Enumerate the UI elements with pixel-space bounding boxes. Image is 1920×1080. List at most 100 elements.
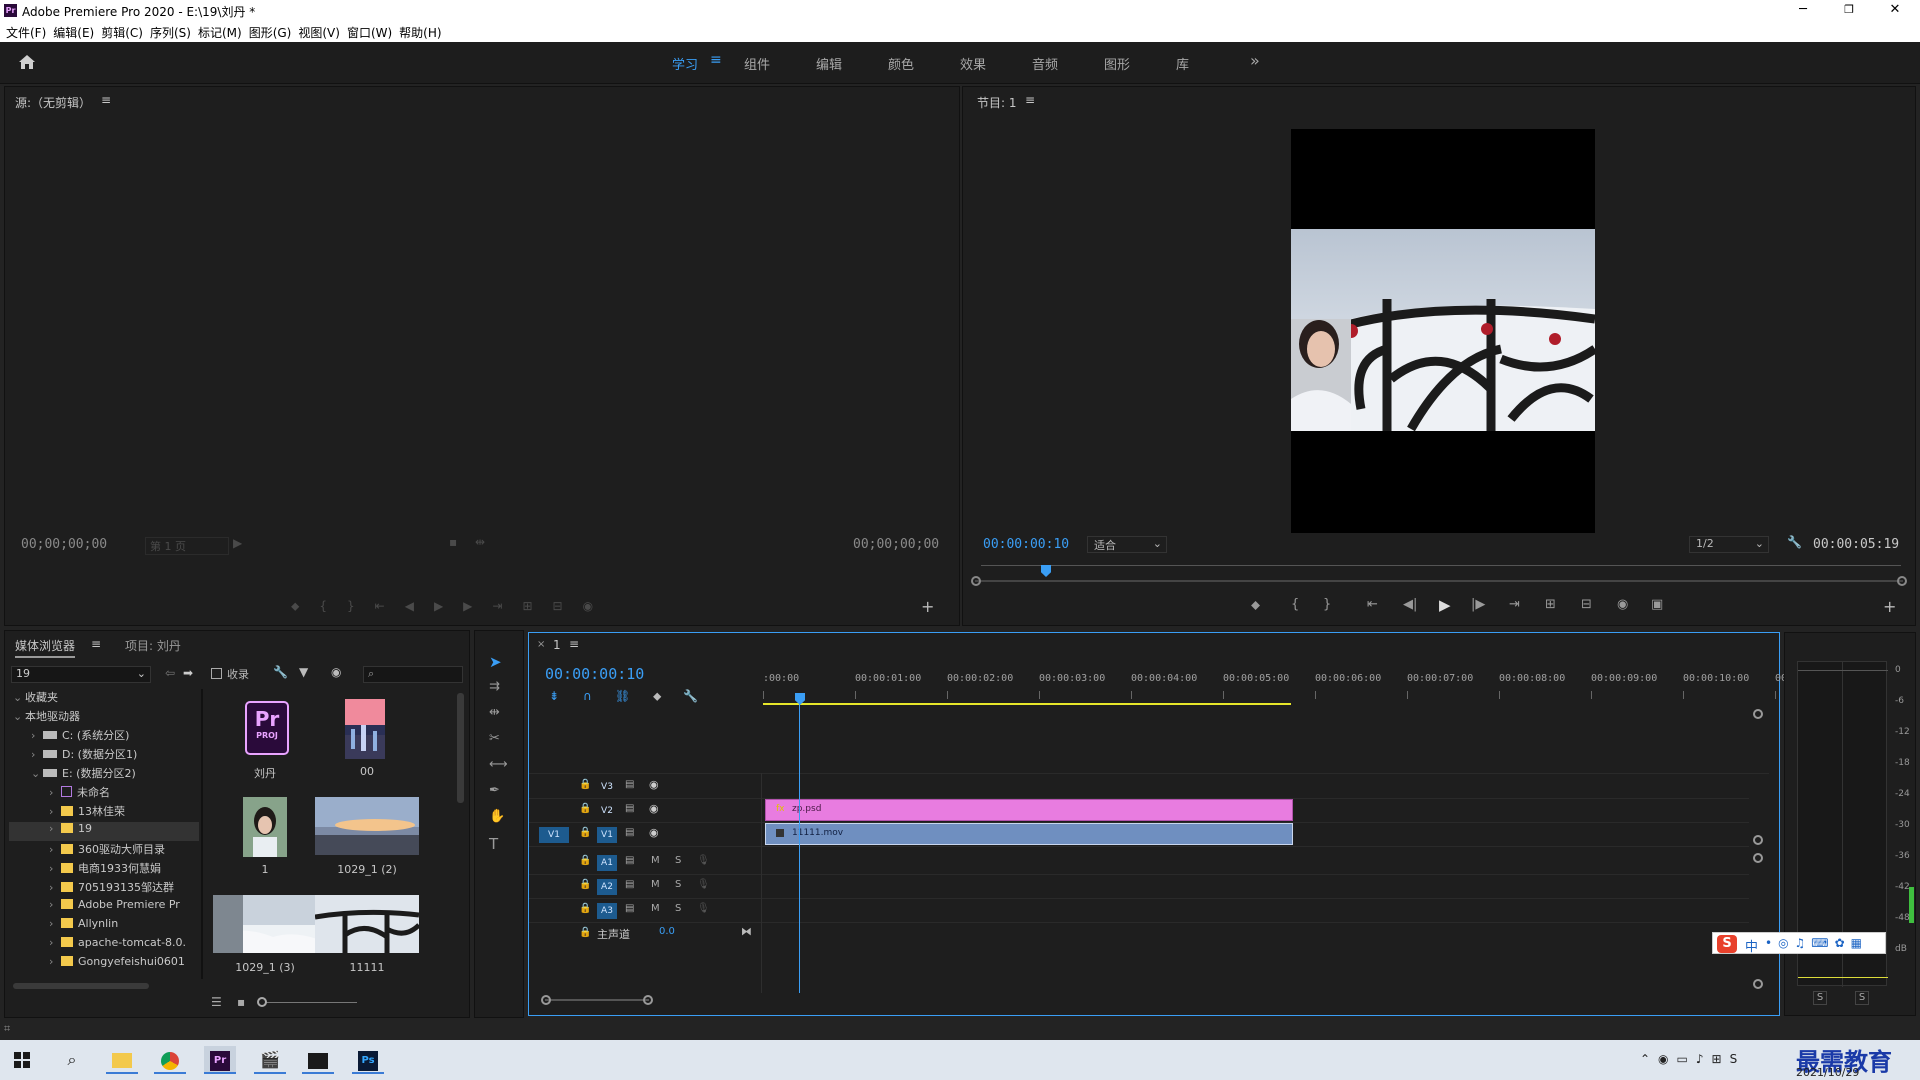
menu-file[interactable]: 文件(F) bbox=[6, 21, 53, 42]
photos-app-icon[interactable] bbox=[302, 1046, 334, 1074]
chevron-icon[interactable]: › bbox=[49, 862, 61, 875]
toggle-track-eye-icon[interactable]: ◉ bbox=[649, 802, 659, 815]
ingest-settings-wrench-icon[interactable]: 🔧 bbox=[273, 665, 288, 679]
video-scroll-handle-top[interactable] bbox=[1753, 709, 1763, 719]
timeline-zoom-scrollbar[interactable] bbox=[545, 999, 649, 1001]
close-button[interactable]: ✕ bbox=[1872, 0, 1918, 21]
clip-zp-psd[interactable]: fx zp.psd bbox=[765, 799, 1293, 821]
premiere-pro-taskbar-icon[interactable]: Pr bbox=[204, 1046, 236, 1074]
program-zoom-scrollbar[interactable] bbox=[975, 580, 1903, 582]
add-marker-icon[interactable]: ⬥ bbox=[653, 689, 661, 704]
work-area-bar[interactable] bbox=[763, 703, 1291, 705]
track-lock-icon[interactable]: 🔒 bbox=[579, 927, 591, 938]
linked-selection-icon[interactable]: ⛓ bbox=[615, 689, 630, 703]
playback-resolution-select[interactable]: 1/2 ⌄ bbox=[1689, 536, 1769, 553]
track-target-label[interactable]: V3 bbox=[597, 779, 617, 795]
extract-icon[interactable]: ⊟ bbox=[1581, 597, 1592, 612]
chevron-icon[interactable]: › bbox=[49, 822, 61, 835]
tree-horizontal-scrollbar[interactable] bbox=[13, 983, 149, 989]
timeline-settings-wrench-icon[interactable]: 🔧 bbox=[683, 689, 698, 703]
workspace-tab-assembly[interactable]: 组件 bbox=[744, 54, 770, 73]
tree-item[interactable]: › C: (系统分区) bbox=[9, 727, 199, 746]
track-lock-icon[interactable]: 🔒 bbox=[579, 803, 591, 814]
tree-item[interactable]: ⌄ 收藏夹 bbox=[9, 689, 199, 708]
tree-item[interactable]: › 19 bbox=[9, 822, 199, 841]
solo-track-button[interactable]: S bbox=[675, 855, 681, 866]
chevron-icon[interactable]: › bbox=[49, 805, 61, 818]
tree-item[interactable]: › 未命名 bbox=[9, 784, 199, 803]
track-output-icon[interactable]: ▤ bbox=[625, 827, 634, 838]
track-lock-icon[interactable]: 🔒 bbox=[579, 779, 591, 790]
source-timecode-in[interactable]: 00;00;00;00 bbox=[21, 537, 107, 552]
restore-button[interactable]: ❐ bbox=[1826, 0, 1872, 21]
pen-tool-icon[interactable]: ✒ bbox=[489, 783, 500, 798]
source-transport-controls[interactable]: ⬥{}⇤◀▶▶⇥⊞⊟◉ bbox=[291, 599, 613, 614]
track-lock-icon[interactable]: 🔒 bbox=[579, 879, 591, 890]
play-icon[interactable]: ▶ bbox=[1439, 596, 1451, 614]
mute-track-button[interactable]: M bbox=[651, 903, 660, 914]
track-select-tool-icon[interactable]: ⇉ bbox=[489, 679, 500, 694]
video-scroll-handle-bottom[interactable] bbox=[1753, 835, 1763, 845]
workspace-tab-effects[interactable]: 效果 bbox=[960, 54, 986, 73]
close-sequence-tab-icon[interactable]: × bbox=[537, 639, 545, 650]
thumbnail-item[interactable]: 1 bbox=[215, 793, 315, 887]
sequence-tab[interactable]: 1 bbox=[553, 638, 561, 652]
windows-start-icon[interactable] bbox=[14, 1052, 30, 1068]
go-to-in-icon[interactable]: ⇤ bbox=[1367, 597, 1378, 612]
tree-item[interactable]: › Allynlin bbox=[9, 917, 199, 936]
slip-tool-icon[interactable]: ⟷ bbox=[489, 757, 508, 772]
thumbnail-scrollbar[interactable] bbox=[457, 693, 464, 803]
master-track[interactable]: 🔒 主声道 0.0 ⧓ bbox=[529, 923, 761, 947]
sogou-ime-icon[interactable]: S bbox=[1717, 935, 1737, 953]
selection-tool-icon[interactable]: ➤ bbox=[489, 653, 502, 671]
hand-tool-icon[interactable]: ✋ bbox=[489, 809, 505, 824]
program-panel-menu-icon[interactable]: ≡ bbox=[1025, 93, 1035, 107]
track-target-label[interactable]: A1 bbox=[597, 855, 617, 871]
ime-toolbar[interactable]: S 中 •◎♫⌨✿▦ bbox=[1712, 932, 1886, 955]
tree-item[interactable]: ⌄ 本地驱动器 bbox=[9, 708, 199, 727]
workspace-tab-audio[interactable]: 音频 bbox=[1032, 54, 1058, 73]
workspace-tab-graphics[interactable]: 图形 bbox=[1104, 54, 1130, 73]
clapper-app-icon[interactable]: 🎬 bbox=[254, 1046, 286, 1074]
tree-item[interactable]: ⌄ E: (数据分区2) bbox=[9, 765, 199, 784]
ingest-checkbox[interactable] bbox=[211, 668, 222, 679]
track-output-icon[interactable]: ▤ bbox=[625, 903, 634, 914]
chevron-icon[interactable]: › bbox=[49, 898, 61, 911]
menu-edit[interactable]: 编辑(E) bbox=[53, 21, 101, 42]
media-browser-menu-icon[interactable]: ≡ bbox=[91, 637, 101, 651]
menu-marker[interactable]: 标记(M) bbox=[198, 21, 249, 42]
track-output-icon[interactable]: ▤ bbox=[625, 855, 634, 866]
thumbnail-item[interactable]: 1029_1 (3) bbox=[213, 891, 317, 985]
photoshop-taskbar-icon[interactable]: Ps bbox=[352, 1046, 384, 1074]
chevron-icon[interactable]: ⌄ bbox=[31, 767, 43, 780]
track-target-label[interactable]: V2 bbox=[597, 803, 617, 819]
chevron-icon[interactable]: ⌄ bbox=[13, 710, 25, 723]
chevron-icon[interactable]: › bbox=[49, 955, 61, 968]
tab-project[interactable]: 项目: 刘丹 bbox=[125, 637, 181, 654]
menu-view[interactable]: 视图(V) bbox=[298, 21, 347, 42]
chevron-icon[interactable]: › bbox=[31, 729, 43, 742]
icon-view-icon[interactable]: ▪ bbox=[237, 995, 245, 1009]
more-workspaces-button[interactable]: » bbox=[1250, 51, 1260, 70]
workspace-tab-editing[interactable]: 编辑 bbox=[816, 54, 842, 73]
zoom-handle-left[interactable] bbox=[541, 995, 551, 1005]
track-target-label[interactable]: A2 bbox=[597, 879, 617, 895]
chevron-icon[interactable]: › bbox=[49, 917, 61, 930]
source-monitor-title[interactable]: 源:（无剪辑） bbox=[15, 94, 91, 111]
chevron-icon[interactable]: › bbox=[49, 843, 61, 856]
source-add-button-icon[interactable]: + bbox=[921, 597, 934, 616]
audio-track[interactable]: 🔒 A1 ▤ M S 🎙 bbox=[529, 851, 1749, 875]
menu-graphics[interactable]: 图形(G) bbox=[249, 21, 299, 42]
master-track-nav-icon[interactable]: ⧓ bbox=[741, 925, 752, 938]
audio-scroll-handle-top[interactable] bbox=[1753, 853, 1763, 863]
zoom-handle-right[interactable] bbox=[643, 995, 653, 1005]
source-fit-icon[interactable]: ⇹ bbox=[475, 535, 485, 549]
filter-icon[interactable]: ▼ bbox=[299, 665, 308, 679]
track-output-icon[interactable]: ▤ bbox=[625, 803, 634, 814]
mute-track-button[interactable]: M bbox=[651, 855, 660, 866]
back-arrow-icon[interactable]: ⇦ bbox=[165, 666, 175, 680]
workspace-tab-libraries[interactable]: 库 bbox=[1176, 54, 1189, 73]
thumbnail-item[interactable]: 11111 bbox=[315, 891, 419, 985]
system-tray-icons[interactable]: ⌃◉▭♪⊞S bbox=[1640, 1052, 1745, 1066]
timeline-menu-icon[interactable]: ≡ bbox=[569, 637, 579, 651]
